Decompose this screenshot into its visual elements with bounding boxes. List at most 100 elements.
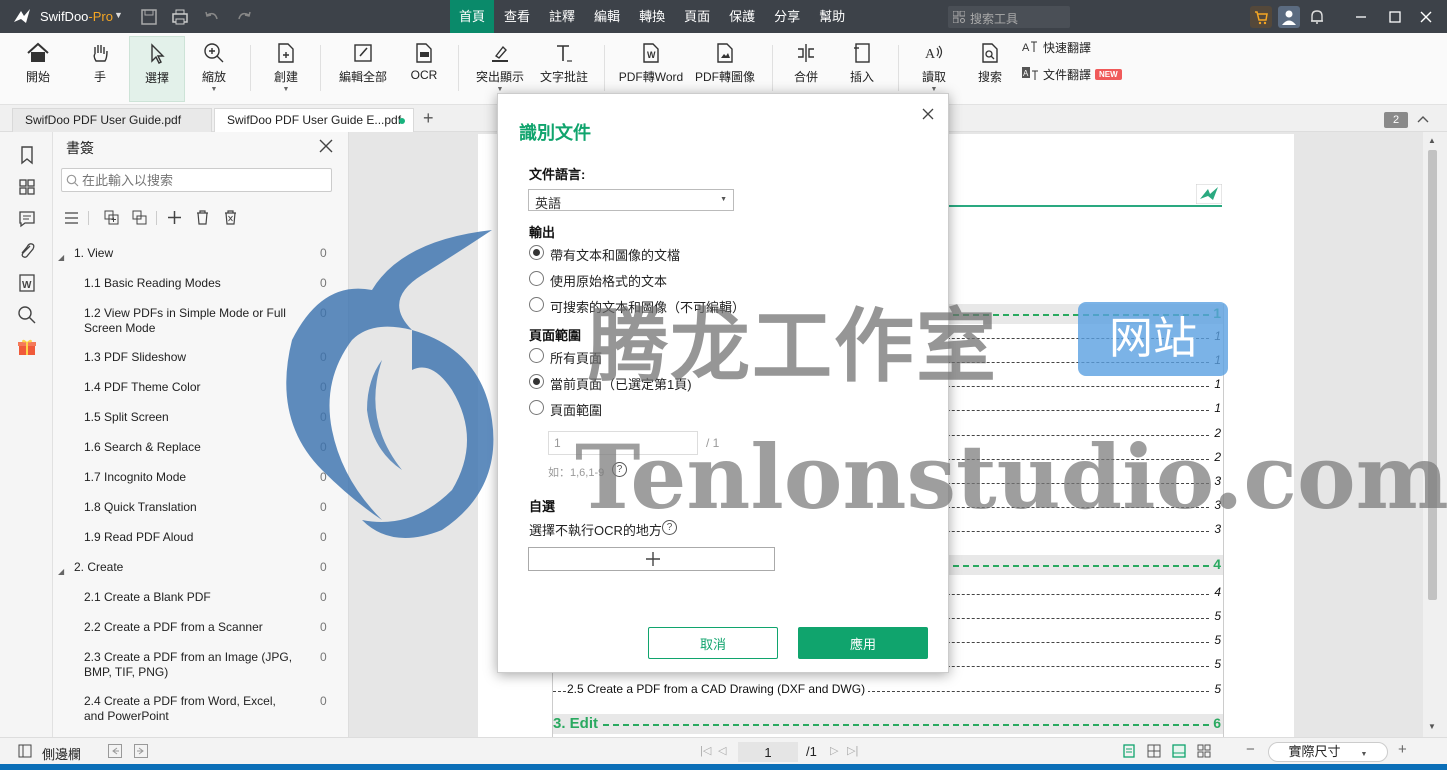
add-child-bookmark-icon[interactable] [103,209,120,226]
grid-view-icon[interactable] [1197,744,1211,758]
expand-triangle-icon[interactable]: ◢ [58,250,64,265]
thumbnails-icon[interactable] [17,177,37,197]
scroll-down-icon[interactable]: ▼ [1428,722,1436,731]
range-total: / 1 [706,436,720,450]
chevron-up-icon[interactable] [1417,114,1429,124]
expand-triangle-icon[interactable]: ◢ [58,564,64,579]
search-tools-input[interactable]: 搜索工具 [948,6,1070,28]
continuous-view-icon[interactable] [1172,744,1186,758]
bookmarks-panel: 書簽 ◢1. View0 1.1 Basic Reading Modes0 1.… [53,132,349,737]
menu-home[interactable]: 首頁 [450,0,495,33]
range-hint: 如：1,6,1-9 [548,467,605,479]
word-file-icon: W [643,43,659,63]
next-page-icon[interactable]: ▷ [830,744,838,757]
prev-page-icon[interactable]: ◁ [718,744,726,757]
cart-icon[interactable] [1250,6,1272,28]
zoom-button[interactable]: 縮放 ▼ [194,36,234,102]
word-count-icon[interactable]: W [17,273,37,293]
single-page-view-icon[interactable] [1122,744,1136,758]
menu-convert[interactable]: 轉換 [630,0,674,33]
menu-view[interactable]: 查看 [495,0,539,33]
bookmark-search-field[interactable] [61,168,332,192]
range-radio-all[interactable] [529,348,544,363]
quick-translate-button[interactable]: A 快速翻譯 [1022,39,1091,56]
scroll-up-icon[interactable]: ▲ [1428,136,1436,145]
user-avatar-icon[interactable] [1278,6,1300,28]
redo-icon[interactable] [235,8,253,26]
close-icon[interactable] [318,138,334,154]
delete-all-icon[interactable] [222,209,239,226]
gift-icon[interactable] [17,337,37,357]
add-tab-button[interactable]: + [423,108,434,129]
zoom-level-select[interactable]: 實際尺寸 ▼ [1268,742,1388,762]
save-icon[interactable] [140,8,158,26]
output-radio-doc[interactable] [529,245,544,260]
language-select[interactable]: 英語 ▼ [528,189,734,211]
create-button[interactable]: 創建 ▼ [266,36,306,102]
apply-button[interactable]: 應用 [798,627,928,659]
grid-search-icon [953,11,965,23]
output-radio-searchable[interactable] [529,297,544,312]
last-page-icon[interactable]: ▷| [847,744,858,757]
notification-bell-icon[interactable] [1306,6,1328,28]
output-radio-text[interactable] [529,271,544,286]
tab-user-guide[interactable]: SwifDoo PDF User Guide.pdf [12,108,212,132]
start-button[interactable]: 開始 [16,36,60,102]
search-icon[interactable] [17,305,37,325]
edit-all-button[interactable]: 編輯全部 [334,36,392,102]
sidebar-label[interactable]: 側邊欄 [42,744,81,763]
forward-icon[interactable] [134,744,148,758]
bookmark-icon[interactable] [17,145,37,165]
two-page-view-icon[interactable] [1147,744,1161,758]
menu-share[interactable]: 分享 [765,0,809,33]
zoom-out-icon[interactable]: − [1246,741,1255,758]
ocr-button[interactable]: OCR [404,36,444,102]
close-window-icon[interactable] [1415,6,1437,28]
menu-annotate[interactable]: 註釋 [540,0,584,33]
range-radio-current[interactable] [529,374,544,389]
menu-protect[interactable]: 保護 [720,0,764,33]
bookmark-search-input[interactable] [82,172,322,188]
vertical-scrollbar[interactable]: ▲ ▼ [1423,132,1447,737]
help-icon[interactable]: ? [662,520,677,535]
maximize-icon[interactable] [1384,6,1406,28]
toc-entry[interactable]: 2.5 Create a PDF from a CAD Drawing (DXF… [553,679,1223,701]
comment-icon[interactable] [17,209,37,229]
add-sibling-bookmark-icon[interactable] [131,209,148,226]
select-tool-button[interactable]: 選擇 [129,36,185,102]
menu-edit[interactable]: 編輯 [585,0,629,33]
page-number-input[interactable] [738,742,798,762]
add-icon[interactable] [166,209,183,226]
search-button[interactable]: 搜索 [970,36,1010,102]
first-page-icon[interactable]: |◁ [700,744,711,757]
attachment-icon[interactable] [17,241,37,261]
close-icon[interactable] [922,108,934,120]
tab-user-guide-edited[interactable]: SwifDoo PDF User Guide E...pdf [214,108,414,132]
toc-entry[interactable]: 3. Edit 6 [553,714,1223,734]
help-icon[interactable]: ? [612,462,627,477]
range-radio-custom[interactable] [529,400,544,415]
ocr-icon [416,43,432,63]
sidebar-toggle-icon[interactable] [18,744,32,758]
scroll-thumb[interactable] [1428,150,1437,600]
total-pages: /1 [806,744,817,759]
undo-icon[interactable] [203,8,221,26]
print-icon[interactable] [171,8,189,26]
add-exclusion-area-button[interactable] [528,547,775,571]
output-label: 輸出 [529,225,556,240]
search-icon [66,174,79,187]
minimize-icon[interactable] [1350,6,1372,28]
back-icon[interactable] [108,744,122,758]
app-name: SwifDoo-Pro [40,9,113,24]
menu-page[interactable]: 頁面 [675,0,719,33]
list-menu-icon[interactable] [63,209,80,226]
cancel-button[interactable]: 取消 [648,627,778,659]
ribbon-separator [772,45,773,91]
page-range-input[interactable]: 1 [548,431,698,455]
zoom-in-icon[interactable]: + [1398,741,1407,758]
delete-icon[interactable] [194,209,211,226]
doc-translate-button[interactable]: A 文件翻譯 NEW [1022,66,1122,83]
menu-help[interactable]: 幫助 [810,0,854,33]
hand-tool-button[interactable]: 手 [80,36,120,102]
app-menu-dropdown-icon[interactable]: ▼ [114,10,123,20]
